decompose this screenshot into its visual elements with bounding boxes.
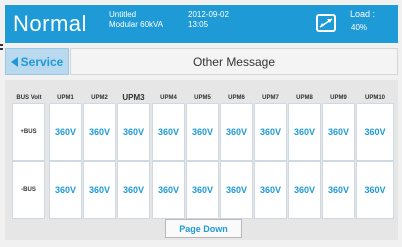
frame-marker [0, 48, 3, 50]
column-header: UPM4 [160, 95, 177, 101]
voltage-cell: 360V [49, 161, 82, 219]
service-back-button[interactable]: Service [5, 48, 69, 75]
mode-label: Normal [13, 11, 87, 36]
status-bar: Normal Untitled Modular 60kVA 2012-09-02… [5, 5, 398, 43]
column-header: UPM10 [364, 95, 385, 101]
corner-label: BUS Volt [16, 95, 42, 101]
device-model: Modular 60kVA [109, 20, 164, 29]
voltage-cell: 360V [356, 103, 394, 161]
load-value: 40% [351, 23, 368, 32]
load-label: Load : [350, 9, 376, 19]
voltage-cell: 360V [220, 161, 253, 219]
voltage-cell: 360V [288, 103, 321, 161]
voltage-cell: 360V [356, 161, 394, 219]
frame-marker [0, 44, 3, 46]
voltage-cell: 360V [117, 161, 150, 219]
voltage-cell: 360V [152, 161, 185, 219]
voltage-cell: 360V [220, 103, 253, 161]
row-label-plus-bus: +BUS [12, 103, 45, 161]
voltage-cell: 360V [288, 161, 321, 219]
service-label: Service [20, 54, 64, 69]
column-header: UPM2 [91, 95, 108, 101]
voltage-cell: 360V [49, 103, 82, 161]
bypass-switch-icon[interactable] [316, 14, 336, 32]
column-header: UPM5 [194, 95, 211, 101]
column-header: UPM6 [228, 95, 245, 101]
page-down-button[interactable]: Page Down [165, 219, 242, 238]
left-triangle-icon [10, 56, 18, 67]
voltage-cell: 360V [254, 161, 287, 219]
row-label-minus-bus: -BUS [12, 161, 45, 219]
page-title: Other Message [70, 48, 398, 75]
voltage-cell: 360V [186, 161, 219, 219]
voltage-cell: 360V [117, 103, 150, 161]
voltage-cell: 360V [322, 103, 355, 161]
column-header: UPM3 [122, 93, 145, 102]
voltage-cell: 360V [83, 103, 116, 161]
column-header: UPM7 [262, 95, 279, 101]
column-header: UPM9 [330, 95, 347, 101]
screen-frame: Normal Untitled Modular 60kVA 2012-09-02… [0, 0, 402, 247]
voltage-cell: 360V [152, 103, 185, 161]
time-label: 13:05 [188, 20, 209, 29]
date-label: 2012-09-02 [188, 10, 229, 19]
voltage-cell: 360V [254, 103, 287, 161]
voltage-cell: 360V [322, 161, 355, 219]
column-header: UPM1 [57, 95, 74, 101]
device-name: Untitled [109, 10, 137, 19]
column-header: UPM8 [296, 95, 313, 101]
voltage-cell: 360V [186, 103, 219, 161]
voltage-cell: 360V [83, 161, 116, 219]
